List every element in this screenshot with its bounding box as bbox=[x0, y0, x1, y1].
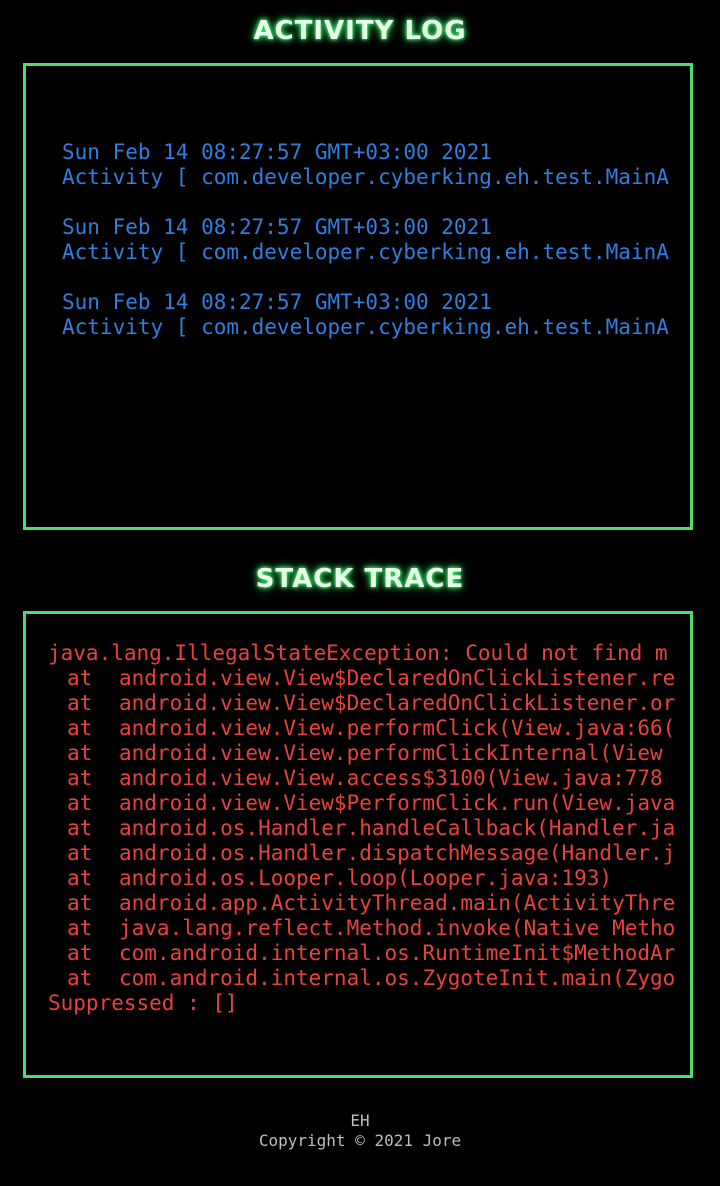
stack-frame: at android.os.Handler.dispatchMessage(Han… bbox=[48, 841, 690, 866]
stack-frame-at: at bbox=[67, 966, 93, 990]
stack-frame-text: java.lang.reflect.Method.invoke(Native M… bbox=[119, 916, 676, 940]
log-entry-timestamp: Sun Feb 14 08:27:57 GMT+03:00 2021 bbox=[62, 140, 492, 164]
stack-frame: at android.view.View.performClickInternal… bbox=[48, 741, 690, 766]
stack-frame-at: at bbox=[67, 866, 93, 890]
exception-message: java.lang.IllegalStateException: Could n… bbox=[48, 641, 668, 665]
log-entry: Sun Feb 14 08:27:57 GMT+03:00 2021 Activ… bbox=[62, 290, 684, 340]
log-entry-timestamp: Sun Feb 14 08:27:57 GMT+03:00 2021 bbox=[62, 290, 492, 314]
stack-frame: at android.view.View.performClick(View.ja… bbox=[48, 716, 690, 741]
stack-frame: at android.app.ActivityThread.main(Activi… bbox=[48, 891, 690, 916]
stack-frame-text: android.view.View$PerformClick.run(View.… bbox=[119, 791, 676, 815]
stack-frame-at: at bbox=[67, 691, 93, 715]
stack-frame-text: android.view.View.access$3100(View.java:… bbox=[119, 766, 663, 790]
activity-log-title: ACTIVITY LOG bbox=[253, 16, 467, 46]
stack-frame-at: at bbox=[67, 841, 93, 865]
stack-frame-text: android.os.Looper.loop(Looper.java:193) bbox=[119, 866, 613, 890]
stack-frame-text: android.view.View.performClickInternal(V… bbox=[119, 741, 663, 765]
stack-frame: at android.view.View$PerformClick.run(Vie… bbox=[48, 791, 690, 816]
footer-copyright: Copyright © 2021 Jore bbox=[258, 1131, 462, 1150]
log-entry-activity: Activity [ com.developer.cyberking.eh.te… bbox=[62, 240, 669, 264]
stack-trace-panel[interactable]: java.lang.IllegalStateException: Could n… bbox=[23, 611, 693, 1078]
activity-log-panel[interactable]: Sun Feb 14 08:27:57 GMT+03:00 2021 Activ… bbox=[23, 63, 693, 530]
stack-frame: at android.view.View$DeclaredOnClickListe… bbox=[48, 691, 690, 716]
stack-frame: at com.android.internal.os.ZygoteInit.mai… bbox=[48, 966, 690, 991]
stack-frame: at com.android.internal.os.RuntimeInit$Me… bbox=[48, 941, 690, 966]
stack-trace-content: java.lang.IllegalStateException: Could n… bbox=[48, 641, 690, 1016]
log-entry-activity: Activity [ com.developer.cyberking.eh.te… bbox=[62, 165, 669, 189]
log-entry: Sun Feb 14 08:27:57 GMT+03:00 2021 Activ… bbox=[62, 215, 684, 265]
stack-frame: at android.os.Looper.loop(Looper.java:193… bbox=[48, 866, 690, 891]
stack-frame-text: android.os.Handler.dispatchMessage(Handl… bbox=[119, 841, 676, 865]
log-entry: Sun Feb 14 08:27:57 GMT+03:00 2021 Activ… bbox=[62, 140, 684, 190]
stack-frame: at android.view.View$DeclaredOnClickListe… bbox=[48, 666, 690, 691]
stack-frame-at: at bbox=[67, 916, 93, 940]
stack-frame-at: at bbox=[67, 941, 93, 965]
stack-frame: at java.lang.reflect.Method.invoke(Native… bbox=[48, 916, 690, 941]
stack-frame-text: android.view.View.performClick(View.java… bbox=[119, 716, 676, 740]
log-entry-timestamp: Sun Feb 14 08:27:57 GMT+03:00 2021 bbox=[62, 215, 492, 239]
stack-frame-text: android.view.View$DeclaredOnClickListene… bbox=[119, 666, 676, 690]
stack-frame-text: android.view.View$DeclaredOnClickListene… bbox=[119, 691, 676, 715]
stack-frame: at android.view.View.access$3100(View.jav… bbox=[48, 766, 690, 791]
log-entry-activity: Activity [ com.developer.cyberking.eh.te… bbox=[62, 315, 669, 339]
stack-frame-at: at bbox=[67, 791, 93, 815]
stack-frame-text: android.os.Handler.handleCallback(Handle… bbox=[119, 816, 676, 840]
stack-frame-text: android.app.ActivityThread.main(Activity… bbox=[119, 891, 676, 915]
stack-frame-at: at bbox=[67, 766, 93, 790]
stack-frame-text: com.android.internal.os.ZygoteInit.main(… bbox=[119, 966, 676, 990]
stack-trace-title: STACK TRACE bbox=[255, 564, 465, 594]
stack-frame-at: at bbox=[67, 816, 93, 840]
footer-app-name: EH bbox=[350, 1111, 370, 1130]
suppressed-line: Suppressed : [] bbox=[48, 991, 238, 1015]
stack-frame-at: at bbox=[67, 716, 93, 740]
stack-frame: at android.os.Handler.handleCallback(Hand… bbox=[48, 816, 690, 841]
stack-frame-text: com.android.internal.os.RuntimeInit$Meth… bbox=[119, 941, 676, 965]
stack-frame-at: at bbox=[67, 891, 93, 915]
activity-log-list: Sun Feb 14 08:27:57 GMT+03:00 2021 Activ… bbox=[62, 140, 684, 365]
stack-frame-at: at bbox=[67, 666, 93, 690]
stack-frame-list: at android.view.View$DeclaredOnClickListe… bbox=[48, 666, 690, 991]
stack-frame-at: at bbox=[67, 741, 93, 765]
